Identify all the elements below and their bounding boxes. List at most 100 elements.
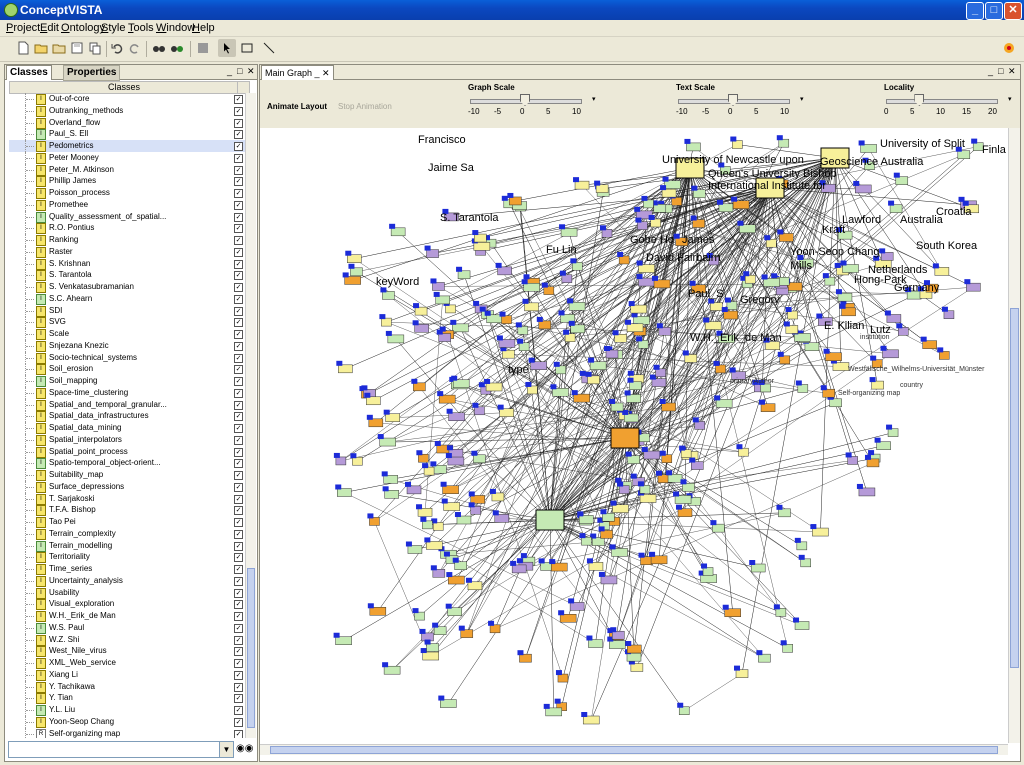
visibility-checkbox[interactable]: ✓ <box>234 506 243 516</box>
visibility-checkbox[interactable]: ✓ <box>234 283 243 292</box>
search-input[interactable] <box>8 741 221 758</box>
slider-dropdown-icon[interactable]: ▾ <box>800 95 804 103</box>
rectangle-tool-icon[interactable] <box>240 41 254 55</box>
class-list-item[interactable]: I Out-of-core ✓ <box>9 93 245 105</box>
slider-dropdown-icon[interactable]: ▾ <box>1008 95 1012 103</box>
graph-maximize-icon[interactable]: □ <box>998 67 1006 76</box>
visibility-checkbox[interactable]: ✓ <box>234 189 243 198</box>
visibility-checkbox[interactable]: ✓ <box>234 212 243 222</box>
class-list-item[interactable]: I Spatial_interpolators ✓ <box>9 433 245 446</box>
slider-track[interactable] <box>886 99 998 104</box>
menu-project[interactable]: Project <box>6 22 40 34</box>
open-icon[interactable] <box>34 41 48 55</box>
class-list-item[interactable]: I Pedometrics ✓ <box>9 140 245 152</box>
class-list-scrollbar[interactable] <box>245 93 256 738</box>
class-list-item[interactable]: I W.H._Erik_de Man ✓ <box>9 610 245 622</box>
visibility-checkbox[interactable]: ✓ <box>234 706 243 715</box>
tab-classes[interactable]: Classes <box>6 65 52 80</box>
class-list-item[interactable]: I Snjezana Knezic ✓ <box>9 339 245 352</box>
class-list-item[interactable]: I Xiang Li ✓ <box>9 668 245 681</box>
graph-vscroll-thumb[interactable] <box>1010 308 1019 668</box>
new-icon[interactable] <box>16 41 30 55</box>
visibility-checkbox[interactable]: ✓ <box>234 130 243 140</box>
copy-icon[interactable] <box>88 41 102 55</box>
minimize-button[interactable]: _ <box>966 2 984 20</box>
visibility-checkbox[interactable]: ✓ <box>234 600 243 610</box>
search-binoculars-icon[interactable]: ◉◉ <box>236 741 253 756</box>
visibility-checkbox[interactable]: ✓ <box>234 447 243 457</box>
visibility-checkbox[interactable]: ✓ <box>234 377 243 386</box>
visibility-checkbox[interactable]: ✓ <box>234 424 243 433</box>
find-next-icon[interactable] <box>170 41 184 55</box>
class-list-item[interactable]: I Spatio-temporal_object-orient... ✓ <box>9 457 245 470</box>
close-button[interactable]: ✕ <box>1004 2 1022 20</box>
visibility-checkbox[interactable]: ✓ <box>234 494 243 504</box>
visibility-checkbox[interactable]: ✓ <box>234 365 243 375</box>
visibility-checkbox[interactable]: ✓ <box>234 435 243 445</box>
panel-maximize-icon[interactable]: □ <box>237 67 245 76</box>
class-list-item[interactable]: I West_Nile_virus ✓ <box>9 645 245 658</box>
graph-minimize-icon[interactable]: _ <box>988 67 996 76</box>
visibility-checkbox[interactable]: ✓ <box>234 95 243 104</box>
visibility-checkbox[interactable]: ✓ <box>234 224 243 234</box>
class-list-item[interactable]: I Socio-technical_systems ✓ <box>9 351 245 364</box>
visibility-checkbox[interactable]: ✓ <box>234 623 243 633</box>
graph-scale-slider[interactable]: Graph Scale -10 -5 0 5 10 ▾ <box>468 83 596 125</box>
visibility-checkbox[interactable]: ✓ <box>234 729 243 738</box>
visibility-checkbox[interactable]: ✓ <box>234 306 243 316</box>
class-list-item[interactable]: I Poisson_process ✓ <box>9 187 245 199</box>
class-list-item[interactable]: I Ranking ✓ <box>9 234 245 246</box>
class-list-item[interactable]: I Y. Tian ✓ <box>9 692 245 705</box>
visibility-checkbox[interactable]: ✓ <box>234 271 243 281</box>
text-scale-slider[interactable]: Text Scale -10 -5 0 5 10 ▾ <box>676 83 804 125</box>
class-list-item[interactable]: I Space-time_clustering ✓ <box>9 386 245 399</box>
menu-window[interactable]: Window <box>156 22 195 34</box>
class-list-item[interactable]: I Usability ✓ <box>9 586 245 599</box>
visibility-checkbox[interactable]: ✓ <box>234 318 243 328</box>
class-list-item[interactable]: I Visual_exploration ✓ <box>9 598 245 611</box>
animate-layout-button[interactable]: Animate Layout <box>267 102 327 111</box>
class-list-item[interactable]: I Suitability_map ✓ <box>9 469 245 481</box>
class-list-item[interactable]: I S. Tarantola ✓ <box>9 269 245 282</box>
visibility-checkbox[interactable]: ✓ <box>234 388 243 398</box>
class-list-item[interactable]: I Surface_depressions ✓ <box>9 480 245 493</box>
visibility-checkbox[interactable]: ✓ <box>234 259 243 269</box>
line-tool-icon[interactable] <box>262 41 276 55</box>
class-list-item[interactable]: I Soil_mapping ✓ <box>9 375 245 387</box>
visibility-checkbox[interactable]: ✓ <box>234 353 243 363</box>
slider-knob[interactable] <box>520 94 530 106</box>
visibility-checkbox[interactable]: ✓ <box>234 471 243 480</box>
visibility-checkbox[interactable]: ✓ <box>234 659 243 668</box>
visibility-checkbox[interactable]: ✓ <box>234 565 243 574</box>
visibility-checkbox[interactable]: ✓ <box>234 518 243 527</box>
class-list-item[interactable]: I S. Krishnan ✓ <box>9 257 245 270</box>
open-folder-icon[interactable] <box>52 41 66 55</box>
pointer-tool-icon[interactable] <box>218 39 236 57</box>
class-list-item[interactable]: I W.S. Paul ✓ <box>9 621 245 634</box>
class-list-item[interactable]: I Spatial_data_infrastructures ✓ <box>9 410 245 423</box>
visibility-checkbox[interactable]: ✓ <box>234 247 243 257</box>
class-list-item[interactable]: I W.Z. Shi ✓ <box>9 633 245 646</box>
slider-knob[interactable] <box>914 94 925 106</box>
graph-horizontal-scrollbar[interactable] <box>260 744 1008 755</box>
menu-edit[interactable]: Edit <box>40 22 59 34</box>
menu-ontology[interactable]: Ontology <box>61 22 105 34</box>
class-list-item[interactable]: I XML_Web_service ✓ <box>9 657 245 669</box>
slider-knob[interactable] <box>728 94 738 106</box>
visibility-checkbox[interactable]: ✓ <box>234 612 243 621</box>
visibility-checkbox[interactable]: ✓ <box>234 541 243 551</box>
visibility-checkbox[interactable]: ✓ <box>234 529 243 539</box>
visibility-checkbox[interactable]: ✓ <box>234 330 243 339</box>
class-list-item[interactable]: I S. Venkatasubramanian ✓ <box>9 281 245 293</box>
visibility-checkbox[interactable]: ✓ <box>234 200 243 210</box>
visibility-checkbox[interactable]: ✓ <box>234 400 243 410</box>
class-list-item[interactable]: I Phillip James ✓ <box>9 175 245 188</box>
class-list-item[interactable]: I Spatial_data_mining ✓ <box>9 422 245 434</box>
visibility-checkbox[interactable]: ✓ <box>234 165 243 175</box>
visibility-checkbox[interactable]: ✓ <box>234 670 243 680</box>
class-list-item[interactable]: I R.O. Pontius ✓ <box>9 222 245 235</box>
search-dropdown-icon[interactable]: ▼ <box>219 741 234 758</box>
visibility-checkbox[interactable]: ✓ <box>234 118 243 128</box>
visibility-checkbox[interactable]: ✓ <box>234 177 243 187</box>
visibility-checkbox[interactable]: ✓ <box>234 635 243 645</box>
